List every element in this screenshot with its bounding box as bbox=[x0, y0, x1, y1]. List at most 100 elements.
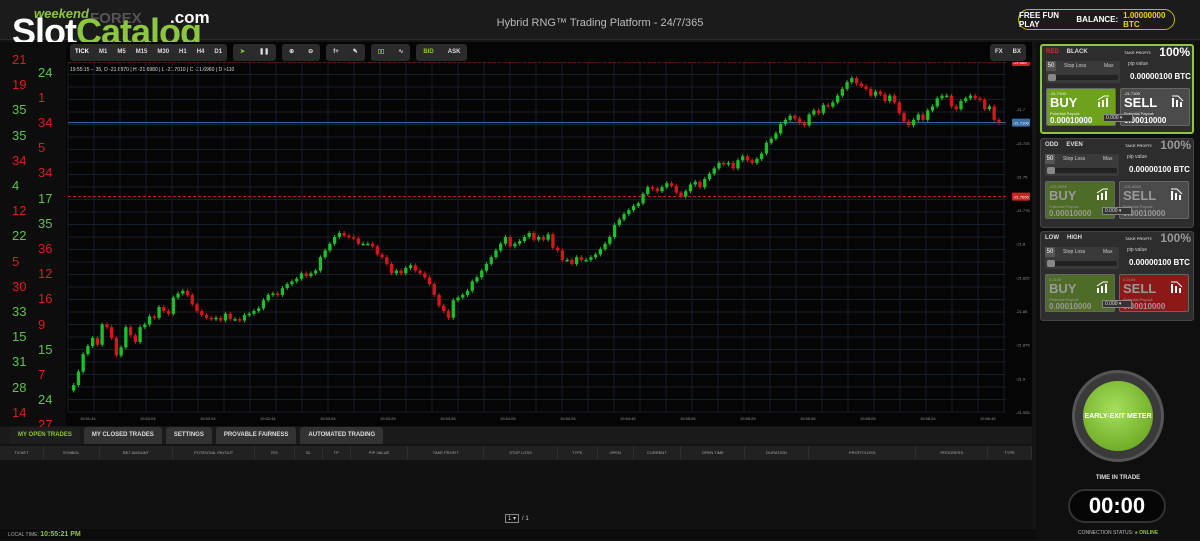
column-header-progress[interactable]: PROGRESS bbox=[916, 446, 989, 460]
stop-loss-value: 50 bbox=[1045, 247, 1055, 257]
bet-amount-select[interactable]: 0.000 ▾ bbox=[1102, 207, 1132, 215]
timeframe-m30-button[interactable]: M30 bbox=[152, 44, 174, 61]
ask-button[interactable]: ASK bbox=[441, 44, 468, 61]
candle-body bbox=[797, 118, 802, 123]
pause-icon[interactable]: ❚❚ bbox=[252, 44, 276, 61]
history-number: 24 bbox=[38, 64, 53, 80]
early-exit-meter[interactable]: EARLY-EXIT METER bbox=[1072, 370, 1164, 462]
tab-my-closed-trades[interactable]: MY CLOSED TRADES bbox=[83, 427, 162, 444]
zoom-out-icon[interactable]: ⊖ bbox=[301, 44, 320, 61]
bet-amount-select[interactable]: 0.000 ▾ bbox=[1103, 114, 1133, 122]
candlestick-chart[interactable]: -21.665 -21.7100 -21.7650 -21.7 -21.725 -21.7… bbox=[66, 62, 1032, 426]
option-b[interactable]: BLACK bbox=[1067, 49, 1088, 55]
candle-body bbox=[399, 270, 403, 274]
history-number: 34 bbox=[38, 115, 53, 130]
option-a[interactable]: ODD bbox=[1045, 142, 1058, 148]
page-select[interactable]: 1 ▾ bbox=[505, 514, 520, 523]
column-header-tp[interactable]: TP bbox=[323, 446, 351, 460]
candle-body bbox=[826, 105, 830, 107]
candle-body bbox=[850, 78, 854, 83]
candle-body bbox=[788, 115, 792, 120]
function-icon[interactable]: f+ bbox=[326, 44, 346, 61]
candle-body bbox=[252, 311, 256, 314]
bet-card-red-black[interactable]: RED BLACK TAKE PROFIT: 100% 50 Stop Loss… bbox=[1040, 44, 1194, 134]
stop-loss-slider[interactable]: 50 Stop Loss Max bbox=[1046, 61, 1120, 83]
column-header-ticket[interactable]: TICKET bbox=[0, 446, 44, 460]
stop-loss-max[interactable]: Max bbox=[1103, 249, 1112, 255]
tab-my-open-trades[interactable]: MY OPEN TRADES bbox=[10, 427, 80, 444]
timeframe-m1-button[interactable]: M1 bbox=[94, 44, 112, 61]
column-header-take-profit[interactable]: TAKE PROFIT bbox=[408, 446, 485, 460]
column-header-current[interactable]: CURRENT bbox=[634, 446, 682, 460]
zoom-in-icon[interactable]: ⊕ bbox=[282, 44, 301, 61]
candle-body bbox=[489, 257, 493, 264]
column-header-r-s[interactable]: R/S bbox=[255, 446, 295, 460]
bet-card-low-high[interactable]: LOW HIGH TAKE PROFIT: 100% 50 Stop Loss … bbox=[1040, 231, 1194, 321]
top-bar: weekend FOREX SlotCatalog .com Hybrid RN… bbox=[0, 0, 1200, 50]
column-header-type[interactable]: TYPE bbox=[988, 446, 1032, 460]
chart-down-icon bbox=[1171, 281, 1183, 293]
timeframe-h1-button[interactable]: H1 bbox=[174, 44, 192, 61]
candle-body bbox=[214, 317, 218, 320]
candle-body bbox=[921, 114, 925, 120]
bet-card-odd-even[interactable]: ODD EVEN TAKE PROFIT: 100% 50 Stop Loss … bbox=[1040, 138, 1194, 228]
buy-label: BUY bbox=[1049, 188, 1077, 203]
timeframe-d1-button[interactable]: D1 bbox=[209, 44, 227, 61]
bet-amount-select[interactable]: 0.000 ▾ bbox=[1102, 300, 1132, 308]
line-chart-icon[interactable]: ∿ bbox=[391, 44, 410, 61]
cursor-icon[interactable]: ➤ bbox=[233, 44, 252, 61]
x-tick-label: 19:52:44 bbox=[260, 416, 276, 421]
x-tick-label: 19:55:45 bbox=[800, 416, 816, 421]
take-profit-value: 100% bbox=[1159, 45, 1190, 59]
column-header-duration[interactable]: DURATION bbox=[745, 446, 809, 460]
candle-body bbox=[560, 250, 565, 260]
candle-body bbox=[854, 78, 859, 84]
option-a[interactable]: LOW bbox=[1045, 235, 1059, 241]
candle-body bbox=[987, 106, 992, 110]
stop-loss-slider[interactable]: 50 Stop Loss Max bbox=[1045, 154, 1119, 176]
candle-body bbox=[494, 250, 498, 258]
tab-settings[interactable]: SETTINGS bbox=[165, 427, 212, 444]
option-b[interactable]: HIGH bbox=[1067, 235, 1082, 241]
candles-icon[interactable]: ▯▯ bbox=[371, 44, 392, 61]
candle-body bbox=[446, 311, 451, 318]
timeframe-tick-button[interactable]: TICK bbox=[70, 44, 94, 61]
timeframe-m5-button[interactable]: M5 bbox=[112, 44, 130, 61]
roulette-history-column: 21 24 19 1 35 34 35 5 34 34 4 17 12 35 22 36 5 12 30 16 33 9 1… bbox=[0, 42, 66, 432]
column-header-pip-value[interactable]: PIP VALUE bbox=[351, 446, 409, 460]
timeframe-h4-button[interactable]: H4 bbox=[192, 44, 210, 61]
slider-handle[interactable] bbox=[1048, 74, 1056, 81]
column-header-bet-amount[interactable]: BET AMOUNT bbox=[100, 446, 174, 460]
column-header-potential-payout[interactable]: POTENTIAL PAYOUT bbox=[173, 446, 256, 460]
y-tick-label: -21.725 bbox=[1016, 141, 1030, 146]
pencil-icon[interactable]: ✎ bbox=[346, 44, 365, 61]
candle-body bbox=[313, 270, 318, 274]
fx-button[interactable]: FX bbox=[990, 44, 1008, 61]
option-b[interactable]: EVEN bbox=[1066, 142, 1082, 148]
candle-body bbox=[95, 337, 100, 345]
candle-body bbox=[722, 162, 726, 165]
candle-body bbox=[627, 210, 631, 215]
tab-automated-trading[interactable]: AUTOMATED TRADING bbox=[300, 427, 384, 444]
column-header-stop-loss[interactable]: STOP LOSS bbox=[484, 446, 558, 460]
stop-loss-max[interactable]: Max bbox=[1103, 156, 1112, 162]
bottom-tabs: MY OPEN TRADES MY CLOSED TRADES SETTINGS PR… bbox=[0, 427, 1032, 444]
timeframe-m15-button[interactable]: M15 bbox=[131, 44, 153, 61]
column-header-symbol[interactable]: SYMBOL bbox=[44, 446, 100, 460]
history-number: 12 bbox=[38, 266, 53, 282]
balance-pill[interactable]: FREE FUN PLAY BALANCE: 1.00000000 BTC bbox=[1018, 9, 1175, 30]
candle-body bbox=[636, 203, 640, 207]
bx-button[interactable]: BX bbox=[1008, 44, 1026, 61]
tab-provable-fairness[interactable]: PROVABLE FAIRNESS bbox=[215, 427, 297, 444]
stop-loss-max[interactable]: Max bbox=[1104, 63, 1113, 69]
bid-button[interactable]: BID bbox=[416, 44, 440, 61]
slider-handle[interactable] bbox=[1047, 260, 1055, 267]
column-header-type[interactable]: TYPE bbox=[558, 446, 598, 460]
stop-loss-slider[interactable]: 50 Stop Loss Max bbox=[1045, 247, 1119, 269]
column-header-sl[interactable]: SL bbox=[295, 446, 323, 460]
slider-handle[interactable] bbox=[1047, 167, 1055, 174]
column-header-profit-loss[interactable]: PROFIT/LOSS bbox=[809, 446, 917, 460]
column-header-open[interactable]: OPEN bbox=[598, 446, 634, 460]
option-a[interactable]: RED bbox=[1046, 49, 1059, 55]
column-header-open-time[interactable]: OPEN TIME bbox=[681, 446, 746, 460]
